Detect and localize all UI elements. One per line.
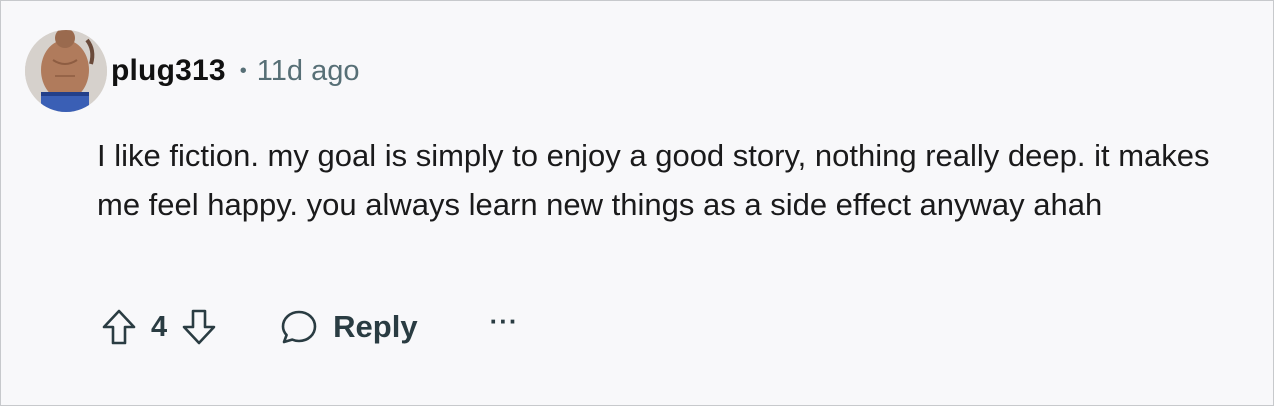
comment-card: plug313 • 11d ago I like fiction. my goa… bbox=[0, 0, 1274, 406]
speech-bubble-icon bbox=[281, 310, 317, 344]
reply-label: Reply bbox=[333, 309, 418, 344]
avatar-image bbox=[25, 30, 107, 112]
more-options-icon[interactable]: ··· bbox=[490, 306, 519, 337]
timestamp[interactable]: 11d ago bbox=[257, 55, 360, 88]
vote-count: 4 bbox=[151, 310, 168, 343]
meta-separator: • bbox=[239, 59, 247, 82]
arrow-up-icon bbox=[102, 309, 136, 345]
reply-button[interactable]: Reply bbox=[279, 307, 418, 347]
upvote-button[interactable] bbox=[101, 307, 137, 347]
username[interactable]: plug313 bbox=[111, 54, 226, 88]
comment-header: plug313 • 11d ago bbox=[25, 30, 359, 112]
downvote-button[interactable] bbox=[181, 307, 217, 347]
arrow-down-icon bbox=[182, 309, 216, 345]
user-avatar[interactable] bbox=[25, 30, 107, 112]
comment-actions: 4 Reply ··· bbox=[101, 301, 519, 353]
comment-text: I like fiction. my goal is simply to enj… bbox=[97, 138, 1210, 222]
